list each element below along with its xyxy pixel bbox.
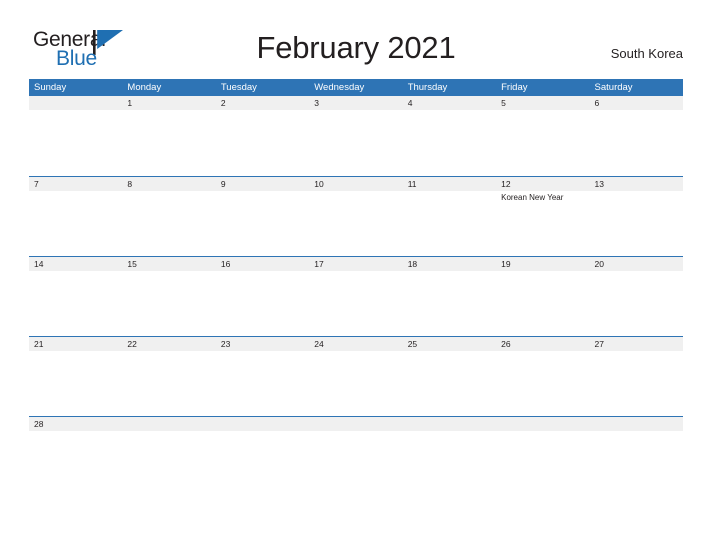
calendar-week-row: 28: [29, 416, 683, 443]
day-number[interactable]: [122, 417, 215, 431]
day-number[interactable]: [403, 417, 496, 431]
day-event[interactable]: [29, 271, 122, 331]
day-event-korean-new-year[interactable]: Korean New Year: [496, 191, 589, 251]
day-number[interactable]: 15: [122, 257, 215, 271]
country-label: South Korea: [610, 46, 683, 61]
weekday-header-row: Sunday Monday Tuesday Wednesday Thursday…: [29, 79, 683, 96]
day-number[interactable]: 3: [309, 96, 402, 110]
weekday-header-thursday: Thursday: [407, 82, 448, 93]
day-number[interactable]: 27: [590, 337, 683, 351]
day-number[interactable]: [590, 417, 683, 431]
day-number[interactable]: 14: [29, 257, 122, 271]
day-event[interactable]: [216, 110, 309, 170]
week-date-band: 28: [29, 417, 683, 431]
day-event[interactable]: [590, 191, 683, 251]
day-number[interactable]: 23: [216, 337, 309, 351]
day-event[interactable]: [403, 271, 496, 331]
day-event[interactable]: [403, 110, 496, 170]
day-event[interactable]: [590, 271, 683, 331]
week-date-band: 14 15 16 17 18 19 20: [29, 257, 683, 271]
page-header: General Blue February 2021 South Korea: [0, 0, 712, 78]
day-number[interactable]: 2: [216, 96, 309, 110]
day-number[interactable]: 20: [590, 257, 683, 271]
day-event[interactable]: [122, 271, 215, 331]
day-event[interactable]: [216, 191, 309, 251]
day-event[interactable]: [590, 110, 683, 170]
day-event[interactable]: [216, 351, 309, 411]
day-event[interactable]: [309, 351, 402, 411]
day-number[interactable]: 18: [403, 257, 496, 271]
day-event[interactable]: [496, 271, 589, 331]
day-event[interactable]: [29, 191, 122, 251]
day-event[interactable]: [29, 351, 122, 411]
week-date-band: 21 22 23 24 25 26 27: [29, 337, 683, 351]
day-number[interactable]: 6: [590, 96, 683, 110]
day-event[interactable]: [590, 351, 683, 411]
day-number[interactable]: 25: [403, 337, 496, 351]
day-number[interactable]: 12: [496, 177, 589, 191]
day-event[interactable]: [122, 191, 215, 251]
day-number[interactable]: 21: [29, 337, 122, 351]
day-event[interactable]: [309, 110, 402, 170]
weekday-header-tuesday: Tuesday: [220, 82, 257, 93]
calendar-week-row: 21 22 23 24 25 26 27: [29, 336, 683, 416]
day-number[interactable]: 1: [122, 96, 215, 110]
day-event[interactable]: [309, 191, 402, 251]
calendar-week-row: 1 2 3 4 5 6: [29, 96, 683, 176]
weekday-header-wednesday: Wednesday: [314, 82, 365, 93]
day-number[interactable]: 19: [496, 257, 589, 271]
day-number[interactable]: 24: [309, 337, 402, 351]
day-event[interactable]: [216, 271, 309, 331]
day-number[interactable]: [309, 417, 402, 431]
day-number[interactable]: 9: [216, 177, 309, 191]
week-event-band: [29, 110, 683, 170]
day-number[interactable]: [29, 96, 122, 110]
week-event-band: Korean New Year: [29, 191, 683, 251]
weekday-header-friday: Friday: [501, 82, 528, 93]
day-number[interactable]: 11: [403, 177, 496, 191]
day-number[interactable]: 28: [29, 417, 122, 431]
day-event[interactable]: [29, 110, 122, 170]
week-event-band: [29, 351, 683, 411]
day-number[interactable]: 17: [309, 257, 402, 271]
day-event[interactable]: [309, 271, 402, 331]
day-event[interactable]: [496, 110, 589, 170]
day-number[interactable]: 16: [216, 257, 309, 271]
day-event[interactable]: [496, 351, 589, 411]
calendar-week-row: 7 8 9 10 11 12 13 Korean New Year: [29, 176, 683, 256]
day-number[interactable]: 7: [29, 177, 122, 191]
week-date-band: 7 8 9 10 11 12 13: [29, 177, 683, 191]
week-date-band: 1 2 3 4 5 6: [29, 96, 683, 110]
day-number[interactable]: 5: [496, 96, 589, 110]
weekday-header-saturday: Saturday: [594, 82, 633, 93]
day-number[interactable]: 26: [496, 337, 589, 351]
day-number[interactable]: 10: [309, 177, 402, 191]
page-title: February 2021: [256, 30, 456, 65]
day-event[interactable]: [122, 351, 215, 411]
day-event[interactable]: [403, 191, 496, 251]
calendar-grid: Sunday Monday Tuesday Wednesday Thursday…: [29, 79, 683, 443]
week-event-band: [29, 271, 683, 331]
day-number[interactable]: [216, 417, 309, 431]
day-number[interactable]: 4: [403, 96, 496, 110]
day-number[interactable]: 8: [122, 177, 215, 191]
day-number[interactable]: 13: [590, 177, 683, 191]
calendar-week-row: 14 15 16 17 18 19 20: [29, 256, 683, 336]
weekday-header-monday: Monday: [127, 82, 162, 93]
day-number[interactable]: [496, 417, 589, 431]
day-event[interactable]: [403, 351, 496, 411]
weekday-header-sunday: Sunday: [34, 82, 67, 93]
day-event[interactable]: [122, 110, 215, 170]
day-number[interactable]: 22: [122, 337, 215, 351]
